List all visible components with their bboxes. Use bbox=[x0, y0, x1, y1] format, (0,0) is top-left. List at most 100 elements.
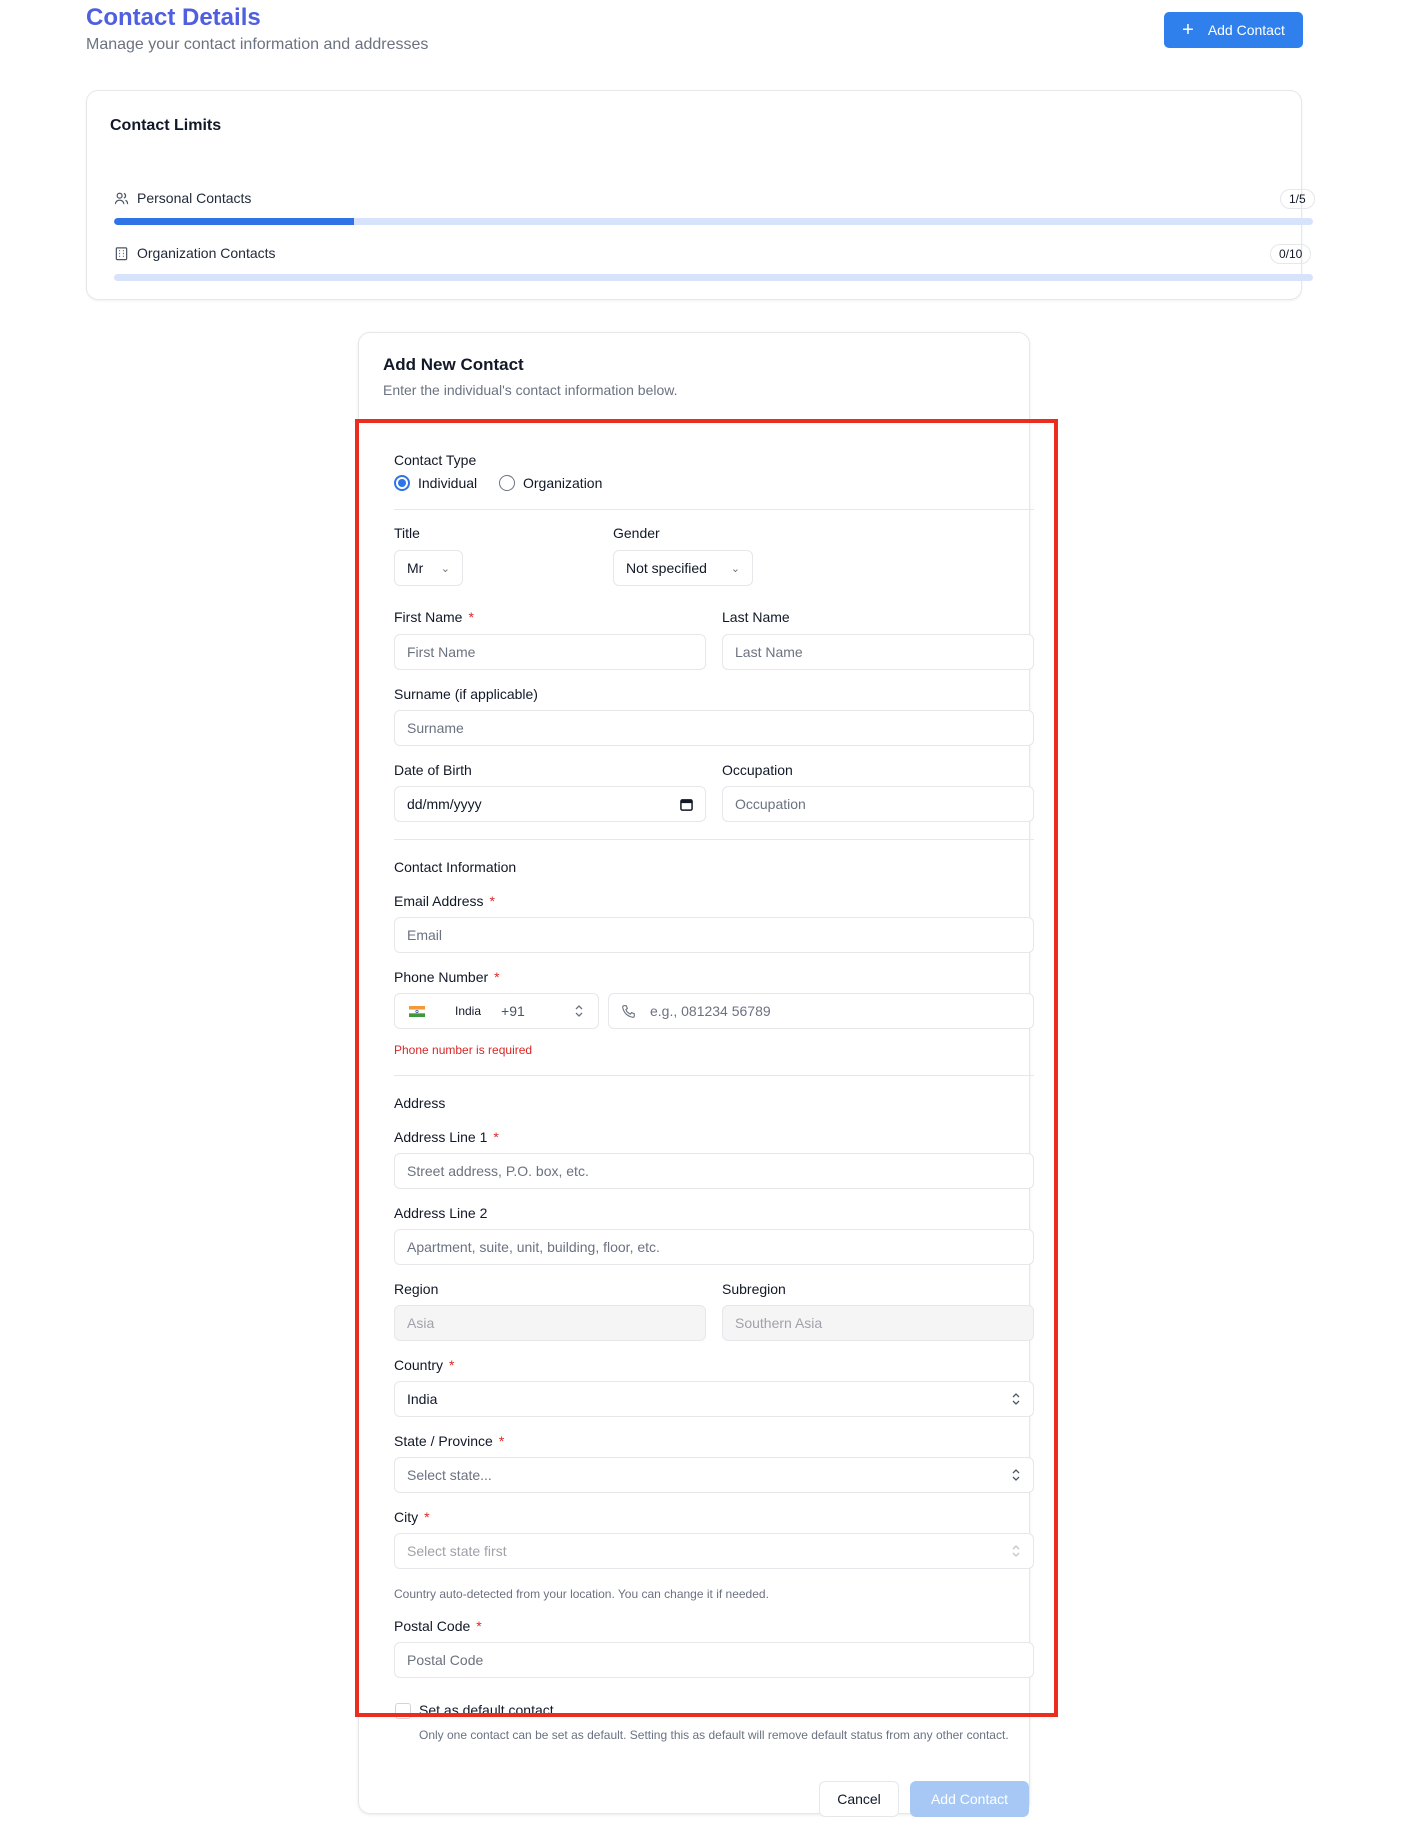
radio-individual-dot[interactable] bbox=[394, 475, 410, 491]
address-line-2-label: Address Line 2 bbox=[394, 1205, 488, 1221]
contact-information-heading: Contact Information bbox=[394, 859, 517, 875]
phone-error-message: Phone number is required bbox=[394, 1043, 533, 1057]
default-contact-label[interactable]: Set as default contact bbox=[419, 1702, 554, 1718]
first-name-label-text: First Name bbox=[394, 609, 463, 625]
state-select-placeholder: Select state... bbox=[407, 1467, 492, 1483]
subregion-input bbox=[722, 1305, 1034, 1341]
radio-individual-label: Individual bbox=[418, 475, 478, 491]
last-name-label: Last Name bbox=[722, 609, 790, 625]
address-heading: Address bbox=[394, 1095, 446, 1111]
address-line-1-label-text: Address Line 1 bbox=[394, 1129, 488, 1145]
dob-label: Date of Birth bbox=[394, 762, 472, 778]
add-contact-button-label: Add Contact bbox=[1207, 22, 1285, 38]
first-name-label: First Name * bbox=[394, 609, 474, 625]
calendar-icon[interactable] bbox=[680, 798, 693, 811]
radio-organization[interactable]: Organization bbox=[499, 475, 602, 491]
phone-input-placeholder: e.g., 081234 56789 bbox=[650, 1003, 771, 1019]
organization-contacts-progress bbox=[114, 274, 1313, 281]
page-title: Contact Details bbox=[86, 4, 261, 31]
submit-add-contact-button[interactable]: Add Contact bbox=[910, 1781, 1029, 1817]
title-label: Title bbox=[394, 525, 420, 541]
occupation-label: Occupation bbox=[722, 762, 793, 778]
surname-label: Surname (if applicable) bbox=[394, 686, 538, 702]
india-flag-icon bbox=[409, 1005, 425, 1017]
city-select: Select state first bbox=[394, 1533, 1034, 1569]
required-marker: * bbox=[476, 1618, 482, 1634]
personal-contacts-progress-fill bbox=[114, 218, 354, 225]
dob-input[interactable]: dd/mm/yyyy bbox=[394, 786, 706, 822]
postal-code-input[interactable] bbox=[394, 1642, 1034, 1678]
required-marker: * bbox=[468, 609, 474, 625]
gender-select-value: Not specified bbox=[626, 560, 707, 576]
country-select-value: India bbox=[407, 1391, 438, 1407]
radio-organization-label: Organization bbox=[523, 475, 603, 491]
state-select[interactable]: Select state... bbox=[394, 1457, 1034, 1493]
form-description: Enter the individual's contact informati… bbox=[383, 382, 678, 398]
required-marker: * bbox=[424, 1509, 430, 1525]
phone-country-select[interactable]: India +91 bbox=[394, 993, 599, 1029]
postal-code-label-text: Postal Code bbox=[394, 1618, 471, 1634]
organization-contacts-label: Organization Contacts bbox=[114, 245, 276, 261]
phone-input[interactable]: e.g., 081234 56789 bbox=[608, 993, 1034, 1029]
required-marker: * bbox=[493, 1129, 499, 1145]
occupation-input[interactable] bbox=[722, 786, 1034, 822]
surname-input[interactable] bbox=[394, 710, 1034, 746]
chevron-up-down-icon bbox=[1012, 1469, 1020, 1481]
city-label-text: City bbox=[394, 1509, 419, 1525]
required-marker: * bbox=[449, 1357, 455, 1373]
country-label: Country * bbox=[394, 1357, 454, 1373]
radio-individual[interactable]: Individual bbox=[394, 475, 477, 491]
title-select[interactable]: Mr ⌄ bbox=[394, 550, 463, 586]
users-icon bbox=[114, 192, 129, 204]
required-marker: * bbox=[489, 893, 495, 909]
personal-contacts-badge: 1/5 bbox=[1280, 189, 1315, 209]
add-contact-button[interactable]: + Add Contact bbox=[1164, 12, 1303, 48]
phone-label: Phone Number * bbox=[394, 969, 500, 985]
region-input bbox=[394, 1305, 706, 1341]
contact-type-label: Contact Type bbox=[394, 452, 477, 468]
city-select-placeholder: Select state first bbox=[407, 1543, 507, 1559]
default-contact-help: Only one contact can be set as default. … bbox=[419, 1728, 1009, 1742]
state-label: State / Province * bbox=[394, 1433, 504, 1449]
personal-contacts-progress bbox=[114, 218, 1313, 225]
address-line-1-input[interactable] bbox=[394, 1153, 1034, 1189]
organization-contacts-badge: 0/10 bbox=[1270, 244, 1312, 264]
first-name-input[interactable] bbox=[394, 634, 706, 670]
required-marker: * bbox=[498, 1433, 505, 1449]
city-label: City * bbox=[394, 1509, 430, 1525]
building-icon bbox=[115, 246, 128, 260]
divider bbox=[394, 839, 1034, 840]
divider bbox=[394, 1075, 1034, 1076]
gender-label: Gender bbox=[613, 525, 660, 541]
page-subtitle: Manage your contact information and addr… bbox=[86, 36, 429, 53]
address-line-2-input[interactable] bbox=[394, 1229, 1034, 1265]
phone-icon bbox=[622, 1004, 635, 1018]
phone-dial-code: +91 bbox=[501, 1003, 525, 1019]
cancel-button[interactable]: Cancel bbox=[819, 1781, 899, 1817]
state-label-text: State / Province bbox=[394, 1433, 493, 1449]
radio-organization-dot[interactable] bbox=[499, 475, 515, 491]
phone-country-name: India bbox=[455, 1004, 482, 1018]
last-name-input[interactable] bbox=[722, 634, 1034, 670]
personal-contacts-label: Personal Contacts bbox=[114, 190, 251, 206]
chevron-down-icon: ⌄ bbox=[440, 562, 450, 575]
title-select-value: Mr bbox=[407, 560, 424, 576]
country-auto-detect-hint: Country auto-detected from your location… bbox=[394, 1587, 769, 1601]
email-input[interactable] bbox=[394, 917, 1034, 953]
gender-select[interactable]: Not specified ⌄ bbox=[613, 550, 753, 586]
chevron-down-icon: ⌄ bbox=[730, 562, 740, 575]
phone-label-text: Phone Number bbox=[394, 969, 489, 985]
organization-contacts-text: Organization Contacts bbox=[137, 245, 276, 261]
postal-code-label: Postal Code * bbox=[394, 1618, 482, 1634]
country-label-text: Country bbox=[394, 1357, 444, 1373]
country-select[interactable]: India bbox=[394, 1381, 1034, 1417]
dob-input-placeholder: dd/mm/yyyy bbox=[407, 796, 482, 812]
plus-icon: + bbox=[1182, 19, 1194, 41]
chevron-up-down-icon bbox=[1012, 1393, 1020, 1405]
subregion-label: Subregion bbox=[722, 1281, 786, 1297]
required-marker: * bbox=[494, 969, 500, 985]
email-label: Email Address * bbox=[394, 893, 495, 909]
contact-limits-card bbox=[86, 90, 1302, 300]
default-contact-checkbox[interactable] bbox=[395, 1703, 411, 1719]
email-label-text: Email Address bbox=[394, 893, 484, 909]
